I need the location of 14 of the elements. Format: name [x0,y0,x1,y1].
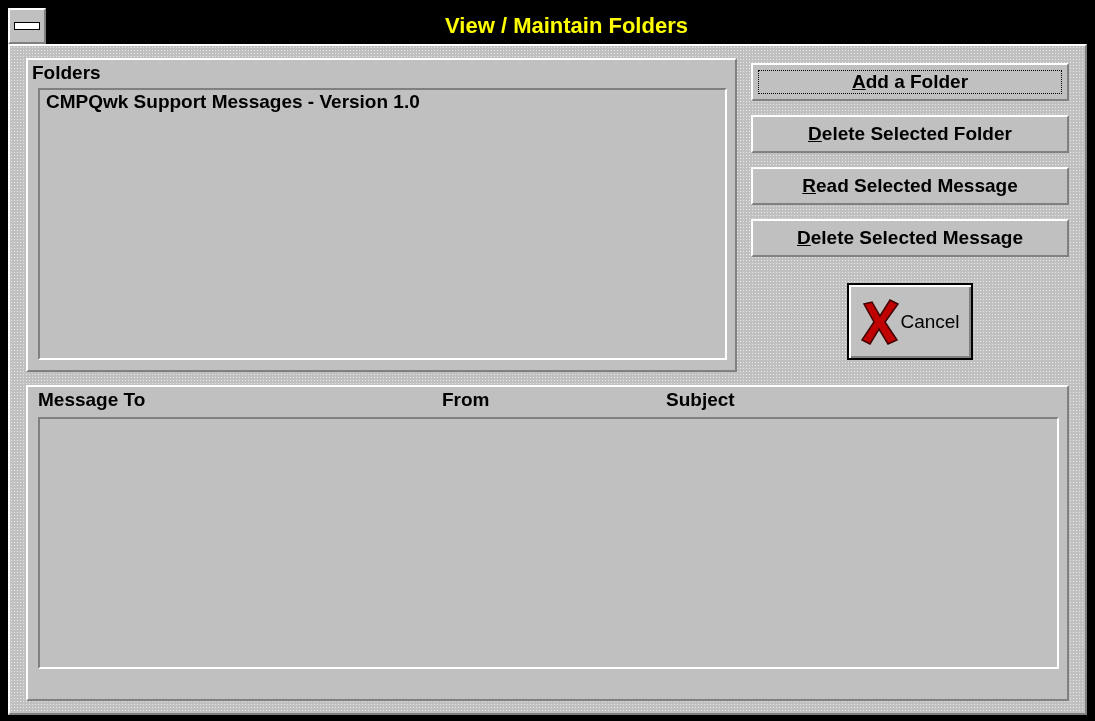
column-header: Subject [666,388,736,412]
action-button[interactable]: Add a Folder [751,63,1069,101]
close-icon [860,297,901,346]
folder-item[interactable]: CMPQwk Support Messages - Version 1.0 [46,91,719,113]
cancel-button[interactable]: Cancel [847,283,973,360]
system-menu-button[interactable] [8,8,46,44]
panel-label: Folders [31,61,102,85]
column-header: From [442,388,491,412]
folder-list[interactable]: CMPQwk Support Messages - Version 1.0 [38,88,727,360]
action-button[interactable]: Delete Selected Message [751,219,1069,257]
action-button[interactable]: Delete Selected Folder [751,115,1069,153]
column-header: Message To [38,388,147,412]
window-title: View / Maintain Folders [444,12,689,40]
action-button[interactable]: Read Selected Message [751,167,1069,205]
